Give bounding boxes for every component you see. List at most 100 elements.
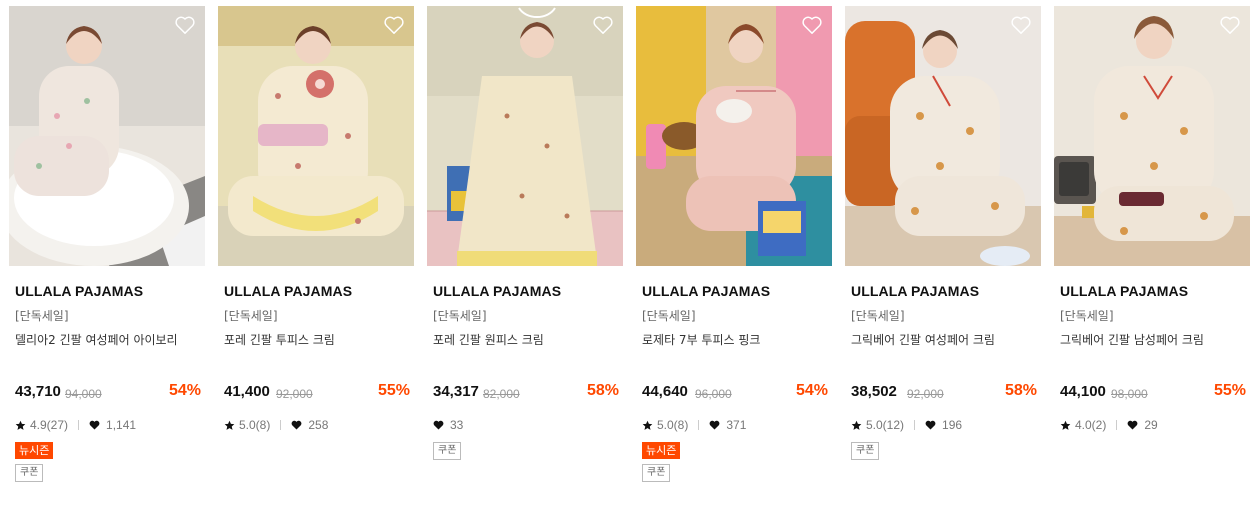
original-price: 98,000 [1111,387,1148,401]
wishlist-heart-icon[interactable] [174,15,196,35]
price-row: 34,317 82,000 58% [433,382,619,404]
product-card[interactable]: ULLALA PAJAMAS [단독세일] 델리아2 긴팔 여성페어 아이보리 … [9,6,205,502]
sale-price: 41,400 [224,383,270,400]
product-image[interactable] [427,6,623,266]
heart-filled-icon [709,420,720,430]
price-row: 38,502 92,000 58% [851,382,1037,404]
star-icon [224,420,235,430]
sale-price: 44,640 [642,383,688,400]
badge-list: 뉴시즌 쿠폰 [642,442,681,482]
product-image[interactable] [636,6,832,266]
product-name[interactable]: 포레 긴팔 투피스 크림 [224,331,335,348]
product-meta: 4.9(27) 1,141 [15,418,136,432]
sale-price: 43,710 [15,383,61,400]
product-name[interactable]: 델리아2 긴팔 여성페어 아이보리 [15,331,178,348]
product-image[interactable] [845,6,1041,266]
heart-filled-icon [291,420,302,430]
discount-rate: 54% [795,382,828,399]
likes-count: 1,141 [106,418,137,432]
heart-filled-icon [1127,420,1138,430]
badge-list: 뉴시즌 쿠폰 [15,442,54,482]
price-row: 44,100 98,000 55% [1060,382,1246,404]
likes-count: 258 [308,418,329,432]
wishlist-heart-icon[interactable] [592,15,614,35]
product-photo [218,6,414,266]
product-meta: 5.0(8) 371 [642,418,746,432]
original-price: 96,000 [695,387,732,401]
product-photo [636,6,832,266]
star-icon [642,420,653,430]
new-season-badge: 뉴시즌 [15,442,54,459]
sale-tag: [단독세일] [224,309,278,323]
brand-name[interactable]: ULLALA PAJAMAS [224,283,352,299]
divider [280,420,282,430]
rating-text: 4.9(27) [30,418,69,432]
product-card[interactable]: ULLALA PAJAMAS [단독세일] 포레 긴팔 투피스 크림 41,40… [218,6,414,502]
product-card[interactable]: ULLALA PAJAMAS [단독세일] 포레 긴팔 원피스 크림 34,31… [427,6,623,502]
product-photo [9,6,205,266]
price-row: 44,640 96,000 54% [642,382,828,404]
discount-rate: 58% [1004,382,1037,399]
brand-name[interactable]: ULLALA PAJAMAS [1060,283,1188,299]
wishlist-heart-icon[interactable] [1219,15,1241,35]
product-name[interactable]: 로제타 7부 투피스 핑크 [642,331,760,348]
likes-count: 371 [726,418,747,432]
product-photo [1054,6,1250,266]
product-image[interactable] [1054,6,1250,266]
coupon-badge: 쿠폰 [433,442,462,460]
badge-list: 쿠폰 [851,442,880,460]
product-card[interactable]: ULLALA PAJAMAS [단독세일] 그릭베어 긴팔 여성페어 크림 38… [845,6,1041,502]
star-icon [1060,420,1071,430]
price-row: 43,710 94,000 54% [15,382,201,404]
badge-list: 쿠폰 [433,442,462,460]
divider [1116,420,1118,430]
rating-text: 5.0(8) [239,418,271,432]
product-name[interactable]: 그릭베어 긴팔 남성페어 크림 [1060,331,1204,348]
product-image[interactable] [218,6,414,266]
product-card[interactable]: ULLALA PAJAMAS [단독세일] 그릭베어 긴팔 남성페어 크림 44… [1054,6,1250,502]
original-price: 92,000 [907,387,944,401]
product-image[interactable] [9,6,205,266]
brand-name[interactable]: ULLALA PAJAMAS [851,283,979,299]
brand-name[interactable]: ULLALA PAJAMAS [642,283,770,299]
heart-filled-icon [433,420,444,430]
discount-rate: 58% [586,382,619,399]
original-price: 92,000 [276,387,313,401]
product-grid: ULLALA PAJAMAS [단독세일] 델리아2 긴팔 여성페어 아이보리 … [0,0,1260,508]
rating-text: 4.0(2) [1075,418,1107,432]
product-name[interactable]: 포레 긴팔 원피스 크림 [433,331,544,348]
star-icon [15,420,26,430]
likes-count: 33 [450,418,464,432]
likes-count: 29 [1144,418,1158,432]
brand-name[interactable]: ULLALA PAJAMAS [433,283,561,299]
wishlist-heart-icon[interactable] [383,15,405,35]
coupon-badge: 쿠폰 [851,442,880,460]
product-photo [845,6,1041,266]
brand-name[interactable]: ULLALA PAJAMAS [15,283,143,299]
sale-tag: [단독세일] [1060,309,1114,323]
heart-filled-icon [925,420,936,430]
product-meta: 4.0(2) 29 [1060,418,1158,432]
original-price: 82,000 [483,387,520,401]
sale-price: 38,502 [851,383,897,400]
coupon-badge: 쿠폰 [15,464,44,482]
rating-text: 5.0(8) [657,418,689,432]
product-meta: 33 [433,418,463,432]
star-icon [851,420,862,430]
price-row: 41,400 92,000 55% [224,382,410,404]
sale-tag: [단독세일] [15,309,69,323]
wishlist-heart-icon[interactable] [1010,15,1032,35]
product-meta: 5.0(8) 258 [224,418,328,432]
sale-tag: [단독세일] [851,309,905,323]
heart-filled-icon [89,420,100,430]
discount-rate: 54% [168,382,201,399]
coupon-badge: 쿠폰 [642,464,671,482]
product-card[interactable]: ULLALA PAJAMAS [단독세일] 로제타 7부 투피스 핑크 44,6… [636,6,832,502]
original-price: 94,000 [65,387,102,401]
product-name[interactable]: 그릭베어 긴팔 여성페어 크림 [851,331,995,348]
discount-rate: 55% [377,382,410,399]
sale-price: 44,100 [1060,383,1106,400]
wishlist-heart-icon[interactable] [801,15,823,35]
new-season-badge: 뉴시즌 [642,442,681,459]
sale-tag: [단독세일] [433,309,487,323]
